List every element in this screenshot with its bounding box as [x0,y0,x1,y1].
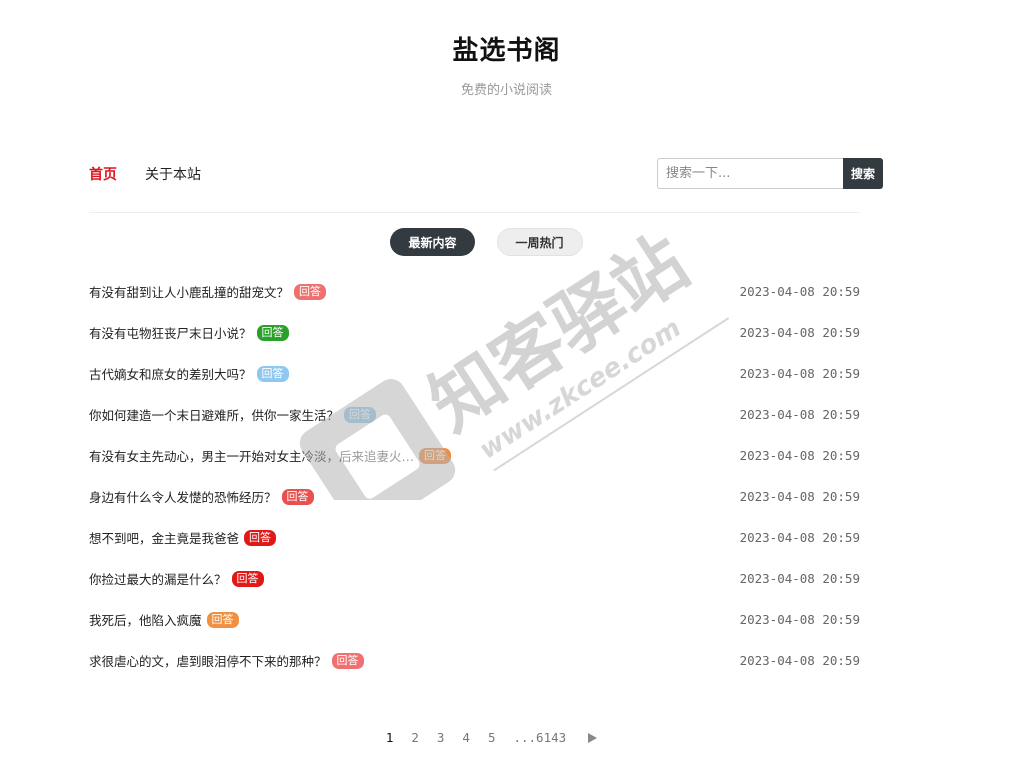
post-date: 2023-04-08 20:59 [739,530,860,545]
triangle-right-icon[interactable] [588,732,598,743]
site-title[interactable]: 盐选书阁 [0,30,1013,67]
post-badge: 回答 [206,611,239,628]
post-date: 2023-04-08 20:59 [739,325,860,340]
page-link-1[interactable]: 1 [386,730,394,745]
post-title-link[interactable]: 求很虐心的文，虐到眼泪停不下来的那种？ [89,651,327,670]
post-date: 2023-04-08 20:59 [739,366,860,381]
nav-links: 首页 关于本站 [89,164,201,184]
nav-home-link[interactable]: 首页 [89,164,117,184]
post-title-group: 我死后，他陷入疯魔 回答 [89,610,239,629]
post-list: 有没有甜到让人小鹿乱撞的甜宠文？ 回答 2023-04-08 20:59 有没有屯物狂… [89,271,860,681]
site-header: 盐选书阁 免费的小说阅读 [0,0,1013,98]
post-title-group: 你捡过最大的漏是什么？ 回答 [89,569,264,588]
tab-weekly-hot[interactable]: 一周热门 [496,228,583,256]
post-badge: 回答 [244,529,277,546]
list-item: 求很虐心的文，虐到眼泪停不下来的那种？ 回答 2023-04-08 20:59 [89,640,860,681]
site-subtitle: 免费的小说阅读 [460,83,552,98]
post-title-link[interactable]: 有没有甜到让人小鹿乱撞的甜宠文？ [89,282,289,301]
post-date: 2023-04-08 20:59 [739,448,860,463]
post-title-group: 古代嫡女和庶女的差别大吗？ 回答 [89,364,289,383]
post-badge: 回答 [294,283,327,300]
content-tabs: 最新内容 一周热门 [0,228,1013,256]
post-title-group: 身边有什么令人发憷的恐怖经历？ 回答 [89,487,314,506]
post-date: 2023-04-08 20:59 [739,571,860,586]
list-item: 有没有屯物狂丧尸末日小说？ 回答 2023-04-08 20:59 [89,312,860,353]
list-item: 古代嫡女和庶女的差别大吗？ 回答 2023-04-08 20:59 [89,353,860,394]
post-title-group: 想不到吧，金主竟是我爸爸 回答 [89,528,277,547]
search-button[interactable]: 搜索 [843,158,883,189]
post-badge: 回答 [344,406,377,423]
post-title-group: 有没有甜到让人小鹿乱撞的甜宠文？ 回答 [89,282,327,301]
post-title-link[interactable]: 有没有女主先动心，男主一开始对女主冷淡，后来追妻火… [89,446,414,465]
post-date: 2023-04-08 20:59 [739,284,860,299]
page-link-last[interactable]: ...6143 [513,730,566,745]
list-item: 想不到吧，金主竟是我爸爸 回答 2023-04-08 20:59 [89,517,860,558]
page-link-3[interactable]: 3 [437,730,445,745]
post-date: 2023-04-08 20:59 [739,653,860,668]
post-badge: 回答 [256,324,289,341]
nav-about-link[interactable]: 关于本站 [145,164,201,184]
post-badge: 回答 [281,488,314,505]
pagination: 1 2 3 4 5 ...6143 [0,730,1013,745]
search-input[interactable] [657,158,843,189]
post-title-link[interactable]: 想不到吧，金主竟是我爸爸 [89,528,239,547]
post-badge: 回答 [419,447,452,464]
search-form: 搜索 [657,158,883,189]
divider [89,212,860,213]
post-badge: 回答 [231,570,264,587]
post-badge: 回答 [256,365,289,382]
post-date: 2023-04-08 20:59 [739,612,860,627]
post-title-group: 有没有女主先动心，男主一开始对女主冷淡，后来追妻火… 回答 [89,446,452,465]
list-item: 有没有甜到让人小鹿乱撞的甜宠文？ 回答 2023-04-08 20:59 [89,271,860,312]
list-item: 身边有什么令人发憷的恐怖经历？ 回答 2023-04-08 20:59 [89,476,860,517]
post-title-group: 有没有屯物狂丧尸末日小说？ 回答 [89,323,289,342]
post-badge: 回答 [331,652,364,669]
post-title-link[interactable]: 你捡过最大的漏是什么？ [89,569,227,588]
post-title-group: 求很虐心的文，虐到眼泪停不下来的那种？ 回答 [89,651,364,670]
list-item: 你捡过最大的漏是什么？ 回答 2023-04-08 20:59 [89,558,860,599]
page-link-5[interactable]: 5 [488,730,496,745]
post-title-link[interactable]: 身边有什么令人发憷的恐怖经历？ [89,487,277,506]
page-link-2[interactable]: 2 [411,730,419,745]
post-title-link[interactable]: 我死后，他陷入疯魔 [89,610,202,629]
list-item: 你如何建造一个末日避难所，供你一家生活？ 回答 2023-04-08 20:59 [89,394,860,435]
post-title-link[interactable]: 有没有屯物狂丧尸末日小说？ [89,323,252,342]
post-title-link[interactable]: 你如何建造一个末日避难所，供你一家生活？ [89,405,339,424]
post-title-group: 你如何建造一个末日避难所，供你一家生活？ 回答 [89,405,377,424]
tab-latest[interactable]: 最新内容 [390,228,475,256]
list-item: 有没有女主先动心，男主一开始对女主冷淡，后来追妻火… 回答 2023-04-08 2… [89,435,860,476]
post-date: 2023-04-08 20:59 [739,407,860,422]
post-title-link[interactable]: 古代嫡女和庶女的差别大吗？ [89,364,252,383]
post-date: 2023-04-08 20:59 [739,489,860,504]
list-item: 我死后，他陷入疯魔 回答 2023-04-08 20:59 [89,599,860,640]
page-link-4[interactable]: 4 [462,730,470,745]
